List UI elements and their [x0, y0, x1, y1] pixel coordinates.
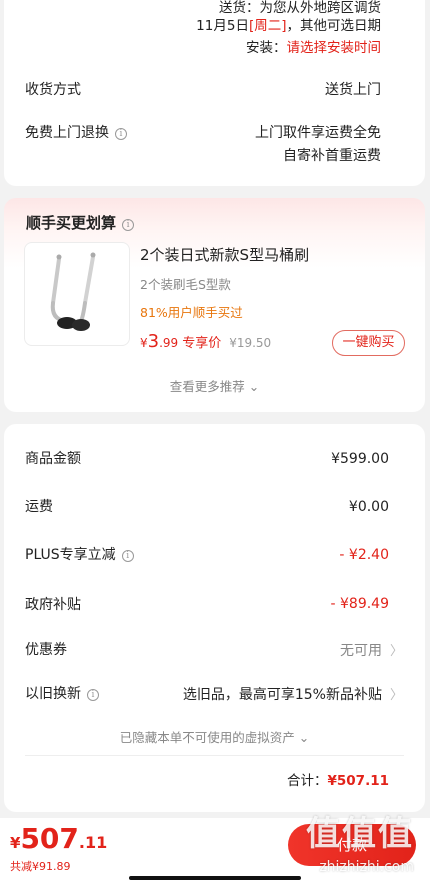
chevron-right-icon: 〉 — [389, 644, 403, 659]
bought-ratio: 81%用户顺手买过 — [140, 305, 243, 320]
see-more-link[interactable]: 查看更多推荐 ⌄ — [4, 376, 425, 395]
plus-discount-text: PLUS专享立减 — [25, 547, 116, 563]
delivery-card: 送货：为您从外地跨区调货 11月5日[周二]，其他可选日期 安装：请选择安装时间… — [4, 0, 425, 186]
plus-discount-value: - ¥2.40 — [339, 547, 389, 563]
hidden-assets-toggle[interactable]: 已隐藏本单不可使用的虚拟资产 ⌄ — [4, 727, 425, 746]
info-icon[interactable]: i — [122, 219, 135, 231]
final-price: ¥507.11 — [10, 822, 107, 855]
date-text: 11月5日 — [196, 18, 249, 34]
free-return-value-1: 上门取件享运费全免 — [255, 125, 381, 141]
delivery-date[interactable]: 11月5日[周二]，其他可选日期 — [196, 14, 381, 34]
info-icon[interactable]: i — [115, 128, 127, 140]
chevron-right-icon: 〉 — [389, 688, 403, 703]
toilet-brush-image — [50, 252, 96, 331]
weekday-text: [周二] — [248, 18, 287, 34]
goods-amount-value: ¥599.00 — [331, 451, 389, 467]
total-label: 合计： — [287, 773, 328, 789]
original-price: ¥19.50 — [229, 336, 272, 350]
goods-amount-label: 商品金额 — [25, 451, 81, 467]
free-return-label: 免费上门退换 i — [25, 122, 127, 142]
date-suffix-text: ，其他可选日期 — [286, 18, 382, 34]
product-price: ¥3.99 专享价 ¥19.50 — [140, 331, 271, 352]
trade-in-label: 以旧换新 i — [25, 683, 99, 703]
total-reduction[interactable]: 共减¥91.89 — [10, 858, 71, 874]
product-name[interactable]: 2个装日式新款S型马桶刷 — [140, 244, 309, 265]
trade-in-row-value[interactable]: 选旧品，最高可享15%新品补贴〉 — [183, 684, 403, 704]
watermark-site: zhizhizhi.com — [319, 859, 414, 875]
fee-card: 商品金额 ¥599.00 运费 ¥0.00 PLUS专享立减 i - ¥2.40 … — [4, 424, 425, 812]
recommend-title: 顺手买更划算 i — [26, 212, 135, 233]
install-label: 安装： — [246, 40, 287, 56]
final-price-dec: .11 — [78, 833, 108, 852]
price-symbol: ¥ — [140, 336, 148, 350]
shipping-label: 运费 — [25, 499, 53, 515]
subsidy-value: - ¥89.49 — [330, 596, 390, 612]
plus-discount-label: PLUS专享立减 i — [25, 544, 134, 564]
final-price-int: 507 — [20, 822, 79, 855]
trade-in-text: 以旧换新 — [25, 686, 81, 702]
subsidy-label: 政府补贴 — [25, 597, 81, 613]
recommend-title-text: 顺手买更划算 — [26, 214, 117, 232]
product-thumbnail[interactable] — [24, 242, 130, 346]
info-icon[interactable]: i — [87, 689, 99, 701]
order-total: 合计：¥507.11 — [287, 769, 389, 789]
price-dec: .99 — [159, 336, 179, 350]
home-indicator[interactable] — [129, 876, 301, 880]
divider — [25, 755, 404, 756]
info-icon[interactable]: i — [121, 550, 134, 562]
final-price-symbol: ¥ — [10, 834, 21, 852]
price-int: 3 — [147, 331, 160, 352]
price-tag: 专享价 — [182, 336, 222, 351]
recommend-card: 顺手买更划算 i 2个装日式新款S型马桶刷 2个装刷毛S型款 81%用户顺手买过 … — [4, 198, 425, 412]
install-row[interactable]: 安装：请选择安装时间 — [246, 36, 381, 56]
install-value: 请选择安装时间 — [286, 40, 382, 56]
shipping-value: ¥0.00 — [348, 499, 389, 515]
coupon-label: 优惠券 — [25, 642, 67, 658]
checkout-bar: ¥507.11 共减¥91.89 付款 值值值 zhizhizhi.com — [0, 814, 430, 881]
total-value: ¥507.11 — [327, 773, 390, 789]
receive-method-value[interactable]: 送货上门 — [325, 79, 381, 99]
coupon-value: 无可用 — [339, 643, 382, 659]
coupon-row-value[interactable]: 无可用〉 — [340, 640, 403, 660]
receive-method-label: 收货方式 — [25, 82, 81, 98]
free-return-value-2: 自寄补首重运费 — [283, 148, 381, 164]
free-return-text: 免费上门退换 — [25, 125, 109, 141]
product-spec: 2个装刷毛S型款 — [140, 277, 231, 292]
watermark-logo: 值值值 — [306, 814, 414, 854]
trade-in-value: 选旧品，最高可享15%新品补贴 — [182, 687, 382, 703]
one-click-buy-button[interactable]: 一键购买 — [332, 330, 405, 356]
